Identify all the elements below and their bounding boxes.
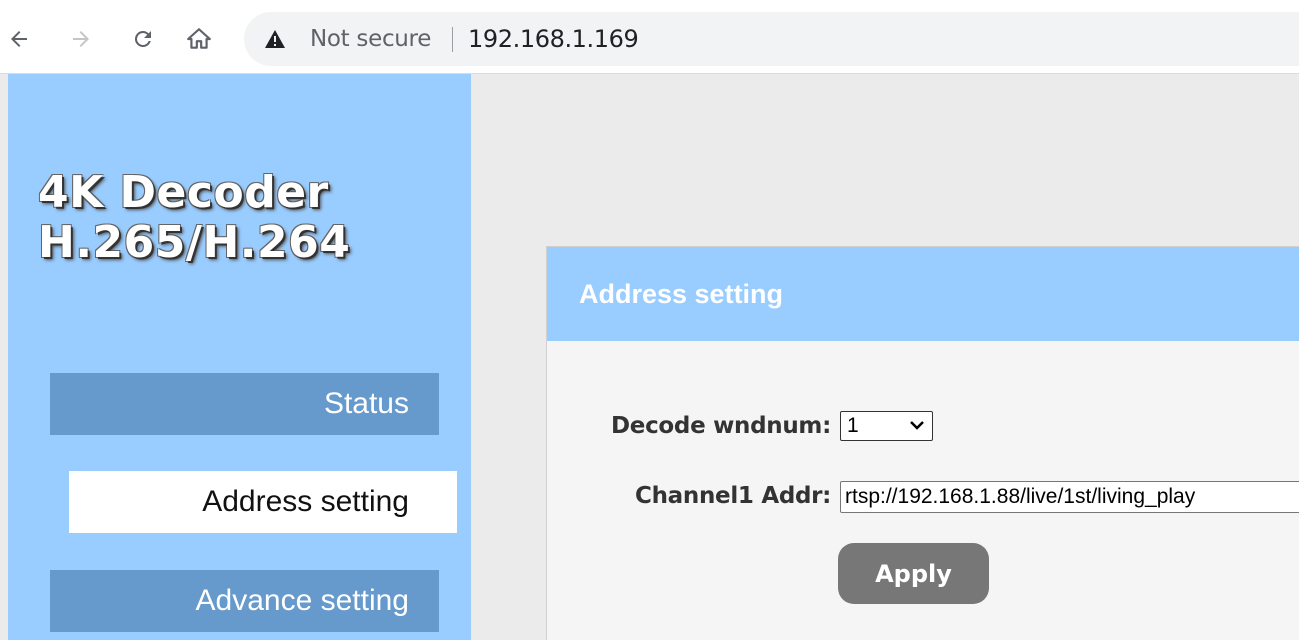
- reload-button[interactable]: [126, 22, 160, 56]
- brand-line2: H.265/H.264: [38, 217, 351, 268]
- brand-logo: 4K Decoder H.265/H.264: [38, 168, 350, 268]
- sidebar: 4K Decoder H.265/H.264: [8, 74, 471, 640]
- sidebar-item-status[interactable]: Status: [50, 373, 439, 435]
- home-button[interactable]: [182, 22, 216, 56]
- security-status[interactable]: Not secure: [310, 26, 431, 52]
- chevron-down-icon: [910, 421, 924, 430]
- sidebar-item-label: Address setting: [202, 485, 409, 518]
- decode-wndnum-value: 1: [847, 414, 859, 437]
- warning-icon: [265, 30, 285, 48]
- browser-toolbar: Not secure 192.168.1.169: [0, 0, 1299, 74]
- sidebar-item-address-setting[interactable]: Address setting: [69, 471, 457, 533]
- apply-button-label: Apply: [875, 559, 952, 588]
- panel-title: Address setting: [579, 279, 784, 309]
- back-arrow-icon: [11, 31, 27, 47]
- address-bar[interactable]: Not secure 192.168.1.169: [244, 12, 1299, 66]
- channel1-addr-value: rtsp://192.168.1.88/live/1st/living_play: [845, 485, 1196, 508]
- sidebar-item-label: Advance setting: [195, 584, 409, 617]
- omnibox-divider: [452, 27, 453, 52]
- forward-button[interactable]: [64, 22, 98, 56]
- decode-wndnum-label: Decode wndnum:: [611, 413, 831, 439]
- panel-header: Address setting: [547, 247, 1299, 341]
- back-button[interactable]: [2, 22, 36, 56]
- reload-icon: [134, 30, 151, 47]
- decode-wndnum-select[interactable]: 1: [840, 411, 933, 441]
- sidebar-item-label: Status: [323, 387, 409, 420]
- channel1-addr-label: Channel1 Addr:: [635, 483, 832, 509]
- url-text[interactable]: 192.168.1.169: [468, 25, 639, 53]
- home-icon: [187, 28, 211, 49]
- apply-button[interactable]: Apply: [838, 543, 989, 604]
- address-setting-panel: Address setting Decode wndnum: 1 Channel…: [546, 246, 1299, 640]
- sidebar-item-advance-setting[interactable]: Advance setting: [50, 570, 439, 632]
- brand-line1: 4K Decoder: [38, 167, 329, 218]
- forward-arrow-icon: [73, 31, 89, 47]
- channel1-addr-input[interactable]: rtsp://192.168.1.88/live/1st/living_play: [840, 481, 1299, 513]
